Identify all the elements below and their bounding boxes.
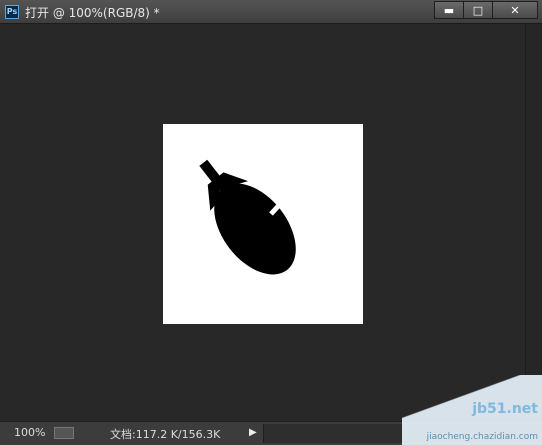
watermark-site: jb51.net [472, 401, 538, 417]
eggplant-icon [199, 159, 296, 275]
watermark: jb51.net jiaocheng.chazidian.com [402, 375, 542, 445]
document-canvas[interactable] [163, 124, 363, 324]
document-size-info: 文档:117.2 K/156.3K [110, 428, 221, 441]
watermark-url: jiaocheng.chazidian.com [426, 432, 538, 442]
photoshop-icon: Ps [5, 5, 19, 19]
status-menu-arrow[interactable]: ▶ [249, 427, 257, 438]
title-bar[interactable]: Ps 打开 @ 100%(RGB/8) * ▬ □ ✕ [0, 0, 542, 24]
zoom-level[interactable]: 100% [14, 426, 45, 439]
maximize-button[interactable]: □ [463, 1, 493, 19]
minimize-button[interactable]: ▬ [434, 1, 464, 19]
document-title: 打开 @ 100%(RGB/8) * [25, 6, 160, 20]
close-button[interactable]: ✕ [492, 1, 538, 19]
window-controls: ▬ □ ✕ [434, 1, 538, 21]
vertical-scrollbar[interactable] [525, 24, 542, 421]
status-settings-icon[interactable] [54, 427, 74, 439]
